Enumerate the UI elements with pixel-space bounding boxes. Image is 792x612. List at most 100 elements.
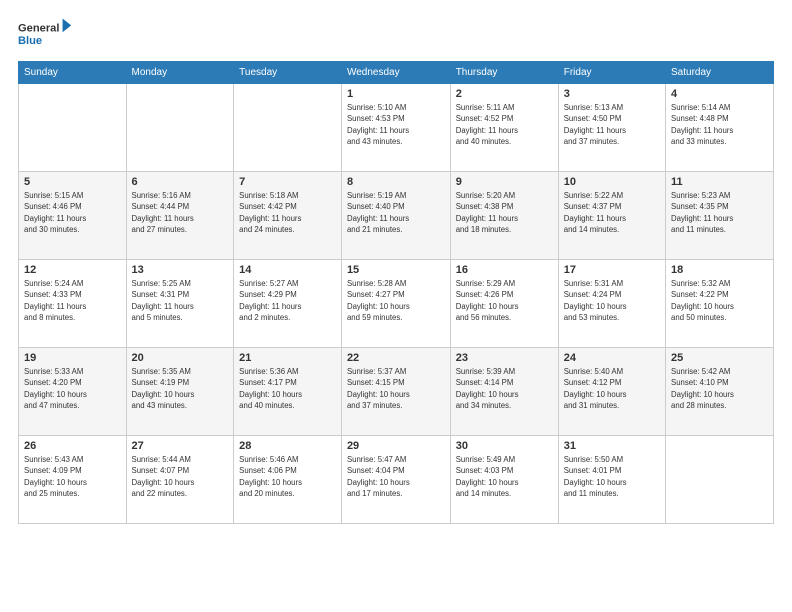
day-number: 27	[132, 440, 229, 452]
day-number: 19	[24, 352, 121, 364]
day-number: 31	[564, 440, 660, 452]
calendar-cell: 17Sunrise: 5:31 AMSunset: 4:24 PMDayligh…	[558, 260, 665, 348]
calendar-cell: 16 Sunrise: 5:29 AMSunset: 4:26 PMDayligh…	[450, 260, 558, 348]
day-info: Sunrise: 5:43 AMSunset: 4:09 PMDaylight:…	[24, 454, 121, 499]
day-info: Sunrise: 5:27 AMSunset: 4:29 PMDaylight:…	[239, 278, 336, 323]
calendar-cell: 13 Sunrise: 5:25 AMSunset: 4:31 PMDayligh…	[126, 260, 234, 348]
calendar-week-2: 5 Sunrise: 5:15 AMSunset: 4:46 PMDaylight…	[19, 172, 774, 260]
day-number: 23	[456, 352, 553, 364]
calendar-cell	[234, 84, 342, 172]
calendar-cell: 2 Sunrise: 5:11 AMSunset: 4:52 PMDaylight…	[450, 84, 558, 172]
calendar-week-1: 1 Sunrise: 5:10 AMSunset: 4:53 PMDaylight…	[19, 84, 774, 172]
day-number: 11	[671, 176, 768, 188]
calendar-cell	[19, 84, 127, 172]
calendar-header-thursday: Thursday	[450, 62, 558, 84]
calendar-header-monday: Monday	[126, 62, 234, 84]
day-info: Sunrise: 5:46 AMSunset: 4:06 PMDaylight:…	[239, 454, 336, 499]
day-info: Sunrise: 5:13 AMSunset: 4:50 PMDaylight:…	[564, 102, 660, 147]
day-info: Sunrise: 5:50 AMSunset: 4:01 PMDaylight:…	[564, 454, 660, 499]
day-number: 12	[24, 264, 121, 276]
header: GeneralBlue	[18, 16, 774, 51]
day-info: Sunrise: 5:11 AMSunset: 4:52 PMDaylight:…	[456, 102, 553, 147]
calendar-cell	[666, 436, 774, 524]
day-number: 8	[347, 176, 445, 188]
calendar-cell: 23 Sunrise: 5:39 AMSunset: 4:14 PMDayligh…	[450, 348, 558, 436]
calendar-cell: 6Sunrise: 5:16 AMSunset: 4:44 PMDaylight…	[126, 172, 234, 260]
calendar-cell: 29 Sunrise: 5:47 AMSunset: 4:04 PMDayligh…	[341, 436, 450, 524]
calendar-cell: 24 Sunrise: 5:40 AMSunset: 4:12 PMDayligh…	[558, 348, 665, 436]
calendar-cell: 9 Sunrise: 5:20 AMSunset: 4:38 PMDaylight…	[450, 172, 558, 260]
calendar-cell: 11 Sunrise: 5:23 AMSunset: 4:35 PMDayligh…	[666, 172, 774, 260]
day-number: 29	[347, 440, 445, 452]
calendar-header-saturday: Saturday	[666, 62, 774, 84]
day-info: Sunrise: 5:14 AMSunset: 4:48 PMDaylight:…	[671, 102, 768, 147]
day-number: 28	[239, 440, 336, 452]
day-number: 22	[347, 352, 445, 364]
calendar-cell: 21Sunrise: 5:36 AMSunset: 4:17 PMDayligh…	[234, 348, 342, 436]
calendar-cell: 31 Sunrise: 5:50 AMSunset: 4:01 PMDayligh…	[558, 436, 665, 524]
day-info: Sunrise: 5:25 AMSunset: 4:31 PMDaylight:…	[132, 278, 229, 323]
day-info: Sunrise: 5:24 AMSunset: 4:33 PMDaylight:…	[24, 278, 121, 323]
day-number: 6	[132, 176, 229, 188]
day-number: 2	[456, 88, 553, 100]
calendar-cell: 4 Sunrise: 5:14 AMSunset: 4:48 PMDaylight…	[666, 84, 774, 172]
day-info: Sunrise: 5:32 AMSunset: 4:22 PMDaylight:…	[671, 278, 768, 323]
day-info: Sunrise: 5:47 AMSunset: 4:04 PMDaylight:…	[347, 454, 445, 499]
day-info: Sunrise: 5:36 AMSunset: 4:17 PMDaylight:…	[239, 366, 336, 411]
day-number: 14	[239, 264, 336, 276]
day-info: Sunrise: 5:15 AMSunset: 4:46 PMDaylight:…	[24, 190, 121, 235]
day-info: Sunrise: 5:37 AMSunset: 4:15 PMDaylight:…	[347, 366, 445, 411]
calendar-cell: 5 Sunrise: 5:15 AMSunset: 4:46 PMDaylight…	[19, 172, 127, 260]
day-number: 20	[132, 352, 229, 364]
day-number: 5	[24, 176, 121, 188]
calendar-cell: 1 Sunrise: 5:10 AMSunset: 4:53 PMDaylight…	[341, 84, 450, 172]
day-info: Sunrise: 5:20 AMSunset: 4:38 PMDaylight:…	[456, 190, 553, 235]
calendar-header-friday: Friday	[558, 62, 665, 84]
calendar-week-3: 12 Sunrise: 5:24 AMSunset: 4:33 PMDayligh…	[19, 260, 774, 348]
calendar-cell: 8Sunrise: 5:19 AMSunset: 4:40 PMDaylight…	[341, 172, 450, 260]
day-info: Sunrise: 5:42 AMSunset: 4:10 PMDaylight:…	[671, 366, 768, 411]
calendar-header-wednesday: Wednesday	[341, 62, 450, 84]
logo: GeneralBlue	[18, 16, 78, 51]
day-number: 9	[456, 176, 553, 188]
calendar-cell	[126, 84, 234, 172]
day-info: Sunrise: 5:28 AMSunset: 4:27 PMDaylight:…	[347, 278, 445, 323]
calendar-cell: 18 Sunrise: 5:32 AMSunset: 4:22 PMDayligh…	[666, 260, 774, 348]
day-info: Sunrise: 5:49 AMSunset: 4:03 PMDaylight:…	[456, 454, 553, 499]
day-number: 24	[564, 352, 660, 364]
calendar-cell: 10Sunrise: 5:22 AMSunset: 4:37 PMDayligh…	[558, 172, 665, 260]
day-info: Sunrise: 5:23 AMSunset: 4:35 PMDaylight:…	[671, 190, 768, 235]
day-info: Sunrise: 5:33 AMSunset: 4:20 PMDaylight:…	[24, 366, 121, 411]
calendar-week-5: 26Sunrise: 5:43 AMSunset: 4:09 PMDayligh…	[19, 436, 774, 524]
day-info: Sunrise: 5:35 AMSunset: 4:19 PMDaylight:…	[132, 366, 229, 411]
day-number: 17	[564, 264, 660, 276]
calendar-cell: 15Sunrise: 5:28 AMSunset: 4:27 PMDayligh…	[341, 260, 450, 348]
day-number: 1	[347, 88, 445, 100]
page: GeneralBlue SundayMondayTuesdayWednesday…	[0, 0, 792, 612]
calendar-header-sunday: Sunday	[19, 62, 127, 84]
svg-text:Blue: Blue	[18, 35, 42, 47]
day-info: Sunrise: 5:40 AMSunset: 4:12 PMDaylight:…	[564, 366, 660, 411]
day-number: 18	[671, 264, 768, 276]
day-info: Sunrise: 5:10 AMSunset: 4:53 PMDaylight:…	[347, 102, 445, 147]
calendar-header-row: SundayMondayTuesdayWednesdayThursdayFrid…	[19, 62, 774, 84]
calendar-cell: 28 Sunrise: 5:46 AMSunset: 4:06 PMDayligh…	[234, 436, 342, 524]
calendar-cell: 30 Sunrise: 5:49 AMSunset: 4:03 PMDayligh…	[450, 436, 558, 524]
calendar-cell: 19 Sunrise: 5:33 AMSunset: 4:20 PMDayligh…	[19, 348, 127, 436]
day-info: Sunrise: 5:29 AMSunset: 4:26 PMDaylight:…	[456, 278, 553, 323]
day-info: Sunrise: 5:18 AMSunset: 4:42 PMDaylight:…	[239, 190, 336, 235]
day-number: 4	[671, 88, 768, 100]
day-number: 16	[456, 264, 553, 276]
calendar-cell: 22 Sunrise: 5:37 AMSunset: 4:15 PMDayligh…	[341, 348, 450, 436]
day-number: 13	[132, 264, 229, 276]
logo-svg: GeneralBlue	[18, 16, 78, 51]
day-number: 3	[564, 88, 660, 100]
svg-text:General: General	[18, 22, 59, 34]
day-info: Sunrise: 5:39 AMSunset: 4:14 PMDaylight:…	[456, 366, 553, 411]
calendar-cell: 7Sunrise: 5:18 AMSunset: 4:42 PMDaylight…	[234, 172, 342, 260]
day-number: 10	[564, 176, 660, 188]
day-number: 30	[456, 440, 553, 452]
calendar-cell: 20 Sunrise: 5:35 AMSunset: 4:19 PMDayligh…	[126, 348, 234, 436]
calendar-cell: 12 Sunrise: 5:24 AMSunset: 4:33 PMDayligh…	[19, 260, 127, 348]
calendar-week-4: 19 Sunrise: 5:33 AMSunset: 4:20 PMDayligh…	[19, 348, 774, 436]
